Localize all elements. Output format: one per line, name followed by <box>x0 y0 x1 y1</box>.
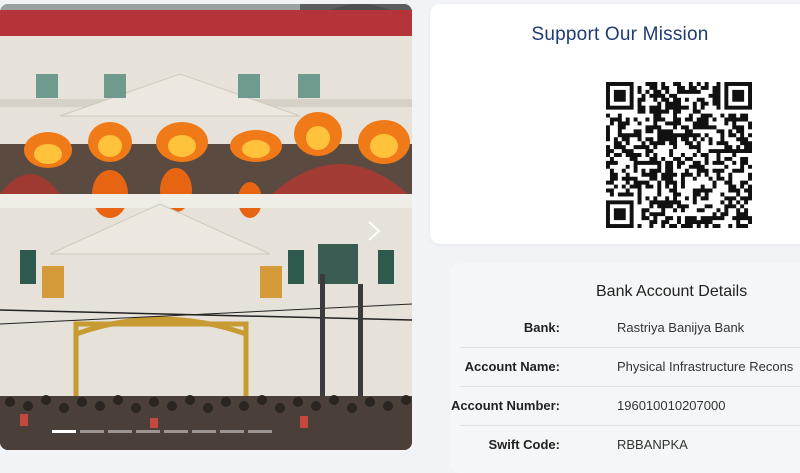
slider-dot[interactable] <box>192 430 216 433</box>
slider-next-button[interactable] <box>362 216 386 246</box>
account-name-label: Account Name: <box>464 359 560 374</box>
bank-details-title: Bank Account Details <box>596 283 748 300</box>
slider-dot[interactable] <box>80 430 104 433</box>
account-number-label: Account Number: <box>450 398 560 413</box>
slider-dot[interactable] <box>136 430 160 433</box>
bank-label: Bank: <box>523 320 560 335</box>
slider-dot[interactable] <box>108 430 132 433</box>
swift-code-value: RBBANPKA <box>617 437 688 452</box>
account-number-value: 196010010207000 <box>617 398 726 413</box>
slider-dot[interactable] <box>52 430 76 433</box>
slider-photo <box>0 4 412 450</box>
image-slider[interactable] <box>0 4 412 450</box>
bank-row-account-number: Account Number: 196010010207000 <box>451 386 800 425</box>
bank-details-card: Bank Account Details Bank: Rastriya Bani… <box>450 263 800 473</box>
slider-dot[interactable] <box>220 430 244 433</box>
slider-dot[interactable] <box>248 430 272 433</box>
bank-row-swift-code: Swift Code: RBBANPKA <box>460 425 800 464</box>
bank-row-bank: Bank: Rastriya Banijya Bank <box>460 309 800 347</box>
slider-dot[interactable] <box>164 430 188 433</box>
qr-code-icon <box>606 82 752 228</box>
mission-title: Support Our Mission <box>531 24 709 45</box>
mission-card: Support Our Mission <box>430 4 800 244</box>
chevron-right-icon <box>368 221 381 241</box>
donation-qr <box>606 82 752 228</box>
swift-code-label: Swift Code: <box>488 437 561 452</box>
bank-row-account-name: Account Name: Physical Infrastructure Re… <box>460 347 800 386</box>
slider-dots <box>52 430 272 433</box>
account-name-value: Physical Infrastructure Recons <box>617 359 794 374</box>
bank-value: Rastriya Banijya Bank <box>617 320 745 335</box>
